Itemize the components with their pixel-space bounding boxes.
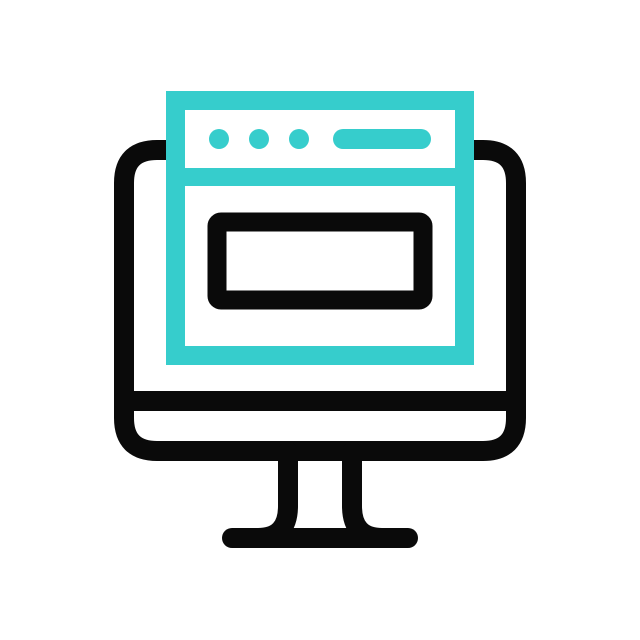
browser-dot-1 [209, 129, 229, 149]
monitor-stand-neck [248, 442, 392, 548]
browser-dot-2 [249, 129, 269, 149]
monitor-with-browser-window-icon [114, 91, 526, 548]
browser-dot-3 [289, 129, 309, 149]
icon-canvas [0, 0, 640, 640]
